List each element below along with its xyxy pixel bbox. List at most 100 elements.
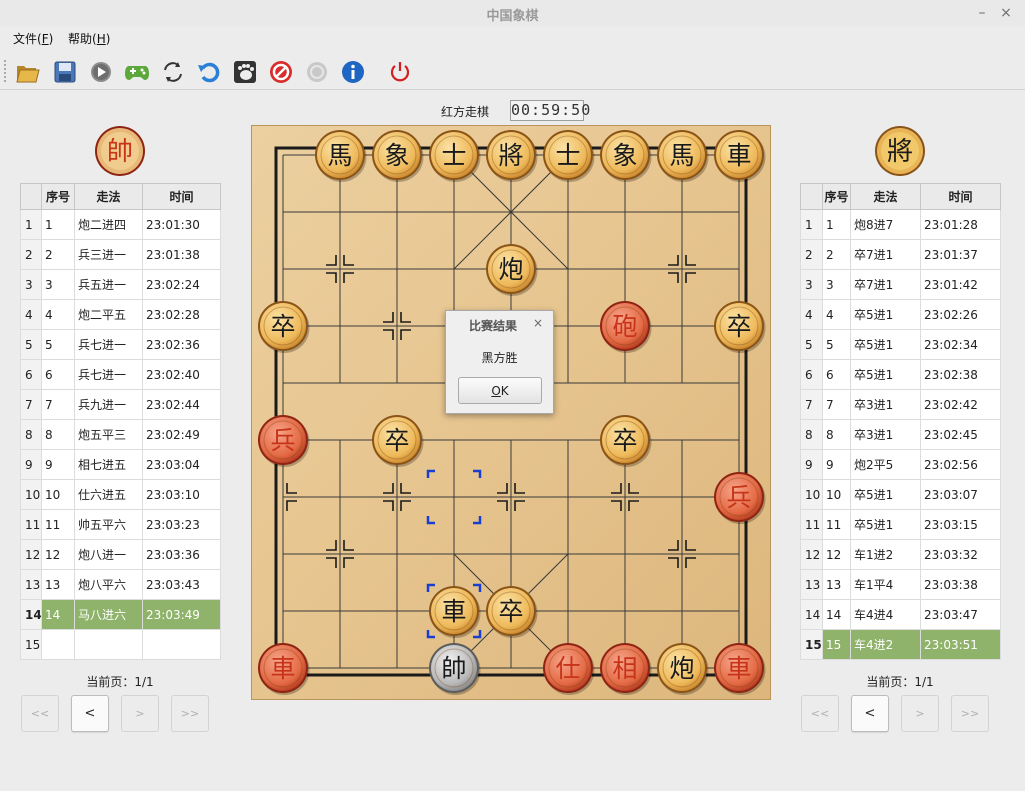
header-corner — [20, 183, 42, 210]
table-row[interactable]: 9 9 炮2平5 23:02:56 — [800, 449, 1001, 480]
table-row[interactable]: 14 14 马八进六 23:03:49 — [20, 599, 221, 630]
column-header-move[interactable]: 走法 — [850, 183, 921, 210]
column-header-number[interactable]: 序号 — [41, 183, 75, 210]
right-next-page-button[interactable]: > — [901, 695, 939, 732]
move-time: 23:03:36 — [142, 539, 221, 570]
undo-icon[interactable] — [196, 59, 222, 85]
table-row[interactable]: 15 — [20, 629, 221, 660]
dialog-close-button[interactable]: × — [533, 316, 543, 330]
table-row[interactable]: 1 1 炮8进7 23:01:28 — [800, 209, 1001, 240]
right-prev-page-button[interactable]: < — [851, 695, 889, 732]
move-number: 4 — [822, 299, 851, 330]
table-row[interactable]: 12 12 炮八进一 23:03:36 — [20, 539, 221, 570]
piece-character: 車 — [726, 141, 751, 170]
dialog-message: 黑方胜 — [481, 351, 518, 365]
move-number: 2 — [41, 239, 75, 270]
result-dialog: 比赛结果 × 黑方胜 OK — [445, 310, 554, 414]
table-row[interactable]: 15 15 车4进2 23:03:51 — [800, 629, 1001, 660]
swap-arrows-icon[interactable] — [160, 59, 186, 85]
row-header: 14 — [800, 599, 823, 630]
table-row[interactable]: 3 3 兵五进一 23:02:24 — [20, 269, 221, 300]
left-next-page-button[interactable]: > — [121, 695, 159, 732]
table-row[interactable]: 9 9 相七进五 23:03:04 — [20, 449, 221, 480]
move-notation: 兵三进一 — [74, 239, 143, 270]
disabled-circle-icon[interactable] — [304, 59, 330, 85]
table-row[interactable]: 5 5 卒5进1 23:02:34 — [800, 329, 1001, 360]
move-notation: 兵九进一 — [74, 389, 143, 420]
right-first-page-button[interactable]: << — [801, 695, 839, 732]
red-general-badge: 帥 — [94, 125, 146, 177]
table-row[interactable]: 6 6 兵七进一 23:02:40 — [20, 359, 221, 390]
gnome-foot-icon[interactable] — [232, 59, 258, 85]
move-notation: 卒5进1 — [850, 299, 921, 330]
table-row[interactable]: 6 6 卒5进1 23:02:38 — [800, 359, 1001, 390]
move-notation — [74, 629, 143, 660]
move-number: 7 — [822, 389, 851, 420]
table-row[interactable]: 3 3 卒7进1 23:01:42 — [800, 269, 1001, 300]
table-row[interactable]: 7 7 兵九进一 23:02:44 — [20, 389, 221, 420]
row-header: 5 — [800, 329, 823, 360]
menu-file[interactable]: 文件(F) — [13, 30, 53, 47]
table-row[interactable]: 10 10 仕六进五 23:03:10 — [20, 479, 221, 510]
play-icon[interactable] — [88, 59, 114, 85]
table-row[interactable]: 4 4 卒5进1 23:02:26 — [800, 299, 1001, 330]
piece-character: 炮 — [669, 654, 694, 683]
menu-help[interactable]: 帮助(H) — [68, 30, 110, 47]
table-row[interactable]: 4 4 炮二平五 23:02:28 — [20, 299, 221, 330]
row-header: 4 — [800, 299, 823, 330]
move-number: 8 — [822, 419, 851, 450]
forbidden-icon[interactable] — [268, 59, 294, 85]
open-folder-icon[interactable] — [15, 59, 41, 85]
gamepad-icon[interactable] — [124, 59, 150, 85]
table-row[interactable]: 14 14 车4进4 23:03:47 — [800, 599, 1001, 630]
table-row[interactable]: 5 5 兵七进一 23:02:36 — [20, 329, 221, 360]
piece-character: 帥 — [441, 654, 466, 683]
column-header-move[interactable]: 走法 — [74, 183, 143, 210]
move-number: 2 — [822, 239, 851, 270]
table-row[interactable]: 12 12 车1进2 23:03:32 — [800, 539, 1001, 570]
left-prev-page-button[interactable]: < — [71, 695, 109, 732]
move-time: 23:03:10 — [142, 479, 221, 510]
move-number: 13 — [822, 569, 851, 600]
right-last-page-button[interactable]: >> — [951, 695, 989, 732]
left-first-page-button[interactable]: << — [21, 695, 59, 732]
header-corner — [800, 183, 823, 210]
table-row[interactable]: 8 8 卒3进1 23:02:45 — [800, 419, 1001, 450]
table-row[interactable]: 7 7 卒3进1 23:02:42 — [800, 389, 1001, 420]
move-number: 4 — [41, 299, 75, 330]
move-time: 23:03:23 — [142, 509, 221, 540]
column-header-time[interactable]: 时间 — [142, 183, 221, 210]
move-time: 23:03:49 — [142, 599, 221, 630]
row-header: 3 — [20, 269, 42, 300]
table-row[interactable]: 11 11 帅五平六 23:03:23 — [20, 509, 221, 540]
move-time: 23:02:56 — [920, 449, 1001, 480]
red-moves-table: 序号 走法 时间 1 1 炮二进四 23:01:30 2 2 兵三进一 23:01:38 3 3 兵… — [20, 183, 221, 660]
table-row[interactable]: 11 11 卒5进1 23:03:15 — [800, 509, 1001, 540]
menu-help-tail: ) — [105, 32, 111, 46]
move-time: 23:02:34 — [920, 329, 1001, 360]
black-general-badge: 將 — [874, 125, 926, 177]
power-icon[interactable] — [387, 59, 413, 85]
row-header: 9 — [20, 449, 42, 480]
toolbar-grip[interactable] — [4, 60, 7, 82]
close-window-button[interactable]: × — [997, 4, 1015, 22]
piece-character: 馬 — [327, 141, 352, 170]
info-icon[interactable] — [340, 59, 366, 85]
column-header-number[interactable]: 序号 — [822, 183, 851, 210]
move-number: 11 — [822, 509, 851, 540]
piece-character: 象 — [612, 141, 637, 170]
table-row[interactable]: 10 10 卒5进1 23:03:07 — [800, 479, 1001, 510]
column-header-time[interactable]: 时间 — [920, 183, 1001, 210]
table-row[interactable]: 8 8 炮五平三 23:02:49 — [20, 419, 221, 450]
piece-character: 卒 — [270, 312, 295, 341]
minimize-button[interactable]: – — [973, 4, 991, 22]
table-row[interactable]: 1 1 炮二进四 23:01:30 — [20, 209, 221, 240]
ok-button[interactable]: OK — [458, 377, 542, 404]
save-disk-icon[interactable] — [52, 59, 78, 85]
table-row[interactable]: 13 13 车1平4 23:03:38 — [800, 569, 1001, 600]
table-row[interactable]: 2 2 卒7进1 23:01:37 — [800, 239, 1001, 270]
row-header: 5 — [20, 329, 42, 360]
left-last-page-button[interactable]: >> — [171, 695, 209, 732]
table-row[interactable]: 2 2 兵三进一 23:01:38 — [20, 239, 221, 270]
table-row[interactable]: 13 13 炮八平六 23:03:43 — [20, 569, 221, 600]
